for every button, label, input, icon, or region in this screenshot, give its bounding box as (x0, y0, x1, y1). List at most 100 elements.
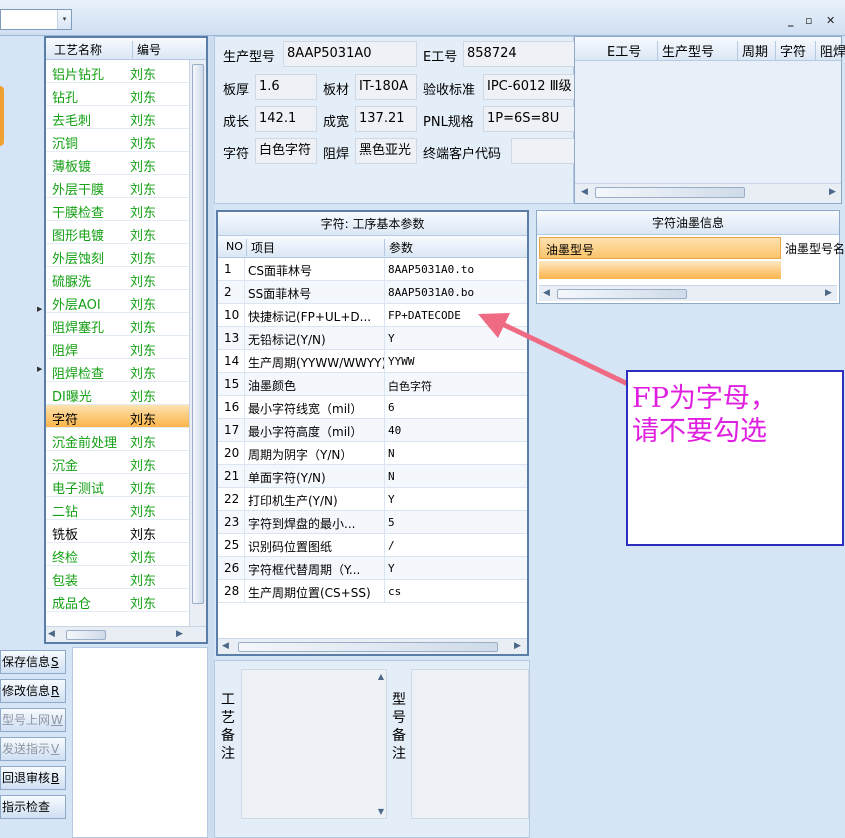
process-list-vscroll[interactable] (189, 60, 206, 626)
col-cycle[interactable]: 周期 (737, 41, 768, 60)
restore-button[interactable]: ▫ (805, 14, 812, 28)
table-row[interactable]: 硫脲洗 刘东 (46, 267, 189, 290)
table-row[interactable]: 去毛刺 刘东 (46, 106, 189, 129)
table-row[interactable]: 23 字符到焊盘的最小... 5 (218, 511, 527, 534)
splitter-arrow-icon[interactable]: ▶ (37, 365, 42, 373)
col-model[interactable]: 生产型号 (657, 41, 714, 60)
col-param[interactable]: 参数 (384, 239, 413, 256)
top-combo[interactable]: ▾ (0, 9, 72, 30)
table-row[interactable]: 沉铜 刘东 (46, 129, 189, 152)
scroll-right-icon[interactable]: ▶ (829, 187, 836, 197)
ink-row-selected[interactable] (539, 261, 781, 279)
process-list-hscroll[interactable]: ◀ ▶ (46, 626, 206, 642)
table-row[interactable]: 终检 刘东 (46, 543, 189, 566)
model-field[interactable]: 8AAP5031A0 (283, 41, 417, 67)
param-item: 快捷标记(FP+UL+D... (248, 310, 372, 324)
width-field[interactable]: 137.21 (355, 106, 417, 132)
table-row[interactable]: 外层AOI 刘东 (46, 290, 189, 313)
scroll-thumb[interactable] (595, 187, 745, 198)
char-field[interactable]: 白色字符 (255, 138, 317, 164)
table-row[interactable]: DI曝光 刘东 (46, 382, 189, 405)
table-row[interactable]: 薄板镀 刘东 (46, 152, 189, 175)
chevron-down-icon[interactable]: ▾ (57, 10, 71, 29)
table-row[interactable]: 外层蚀刻 刘东 (46, 244, 189, 267)
process-name: 包装 (52, 574, 79, 589)
table-row[interactable]: 铝片钻孔 刘东 (46, 60, 189, 83)
col-item[interactable]: 项目 (246, 239, 275, 256)
column-divider (384, 373, 385, 396)
table-row[interactable]: 钻孔 刘东 (46, 83, 189, 106)
params-hscroll[interactable]: ◀ ▶ (218, 638, 527, 654)
left-action-button[interactable]: 指示检查 (0, 795, 66, 819)
thickness-field[interactable]: 1.6 (255, 74, 317, 100)
table-row[interactable]: 二钻 刘东 (46, 497, 189, 520)
left-action-button[interactable]: 保存信息S (0, 650, 66, 674)
table-row[interactable]: 28 生产周期位置(CS+SS) cs (218, 580, 527, 603)
minimize-button[interactable]: _ (788, 14, 794, 28)
table-row[interactable]: 1 CS面菲林号 8AAP5031A0.to (218, 258, 527, 281)
col-char[interactable]: 字符 (775, 41, 806, 60)
table-row[interactable]: 干膜检查 刘东 (46, 198, 189, 221)
table-row[interactable]: 阻焊 刘东 (46, 336, 189, 359)
table-row[interactable]: 25 识别码位置图纸 / (218, 534, 527, 557)
scroll-thumb[interactable] (238, 642, 498, 652)
model-list-hscroll[interactable]: ◀ ▶ (575, 183, 841, 201)
column-divider (244, 396, 245, 419)
table-row[interactable]: 包装 刘东 (46, 566, 189, 589)
left-action-button[interactable]: 型号上网W (0, 708, 66, 732)
column-header-name[interactable]: 工艺名称 (54, 41, 102, 58)
column-header-code[interactable]: 编号 (132, 41, 161, 58)
table-row[interactable]: 阻焊检查 刘东 (46, 359, 189, 382)
table-row[interactable]: 成品仓 刘东 (46, 589, 189, 612)
close-button[interactable]: ✕ (826, 14, 835, 28)
scroll-thumb[interactable] (66, 630, 106, 640)
process-code: 刘东 (130, 597, 157, 612)
scroll-up-icon[interactable]: ▲ (378, 672, 384, 681)
scroll-left-icon[interactable]: ◀ (222, 641, 229, 651)
process-name: 外层干膜 (52, 183, 105, 198)
table-row[interactable]: 外层干膜 刘东 (46, 175, 189, 198)
table-row[interactable]: 26 字符框代替周期（Y... Y (218, 557, 527, 580)
col-no[interactable]: NO (226, 240, 243, 253)
pnl-field[interactable]: 1P=6S=8U (483, 106, 575, 132)
table-row[interactable]: 电子测试 刘东 (46, 474, 189, 497)
table-row[interactable]: 字符 刘东 (46, 405, 189, 428)
ink-header-selected[interactable]: 油墨型号 (539, 237, 781, 259)
scroll-thumb[interactable] (192, 64, 204, 604)
eno-field[interactable]: 858724 (463, 41, 575, 67)
left-action-button[interactable]: 发送指示V (0, 737, 66, 761)
table-row[interactable]: 17 最小字符高度（mil） 40 (218, 419, 527, 442)
left-action-button[interactable]: 回退审核B (0, 766, 66, 790)
scroll-right-icon[interactable]: ▶ (514, 641, 521, 651)
ink-col-name[interactable]: 油墨型号名 (785, 240, 845, 257)
scroll-right-icon[interactable]: ▶ (825, 288, 832, 298)
mask-field[interactable]: 黑色亚光 (355, 138, 417, 164)
button-hotkey: S (51, 655, 59, 669)
col-eno[interactable]: E工号 (607, 41, 641, 60)
ink-hscroll[interactable]: ◀ ▶ (539, 285, 837, 301)
model-remark-field[interactable] (411, 669, 529, 819)
scroll-left-icon[interactable]: ◀ (543, 288, 550, 298)
scroll-left-icon[interactable]: ◀ (48, 629, 55, 639)
table-row[interactable]: 22 打印机生产(Y/N) Y (218, 488, 527, 511)
table-row[interactable]: 图形电镀 刘东 (46, 221, 189, 244)
material-field[interactable]: IT-180A (355, 74, 417, 100)
table-row[interactable]: 沉金前处理 刘东 (46, 428, 189, 451)
scroll-left-icon[interactable]: ◀ (581, 187, 588, 197)
scroll-thumb[interactable] (557, 289, 687, 299)
left-action-button[interactable]: 修改信息R (0, 679, 66, 703)
table-row[interactable]: 铣板 刘东 (46, 520, 189, 543)
col-mask[interactable]: 阻焊 (815, 41, 845, 60)
table-row[interactable]: 20 周期为阴字（Y/N） N (218, 442, 527, 465)
table-row[interactable]: 21 单面字符(Y/N) N (218, 465, 527, 488)
scroll-right-icon[interactable]: ▶ (176, 629, 183, 639)
table-row[interactable]: 沉金 刘东 (46, 451, 189, 474)
scroll-down-icon[interactable]: ▼ (378, 807, 384, 816)
splitter-arrow-icon[interactable]: ▶ (37, 305, 42, 313)
length-field[interactable]: 142.1 (255, 106, 317, 132)
customer-field[interactable] (511, 138, 575, 164)
process-remark-field[interactable]: ▲ ▼ (241, 669, 387, 819)
table-row[interactable]: 阻焊塞孔 刘东 (46, 313, 189, 336)
remark-label-text: 工艺备注 (221, 692, 235, 762)
standard-field[interactable]: IPC-6012 Ⅲ级 (483, 74, 575, 100)
